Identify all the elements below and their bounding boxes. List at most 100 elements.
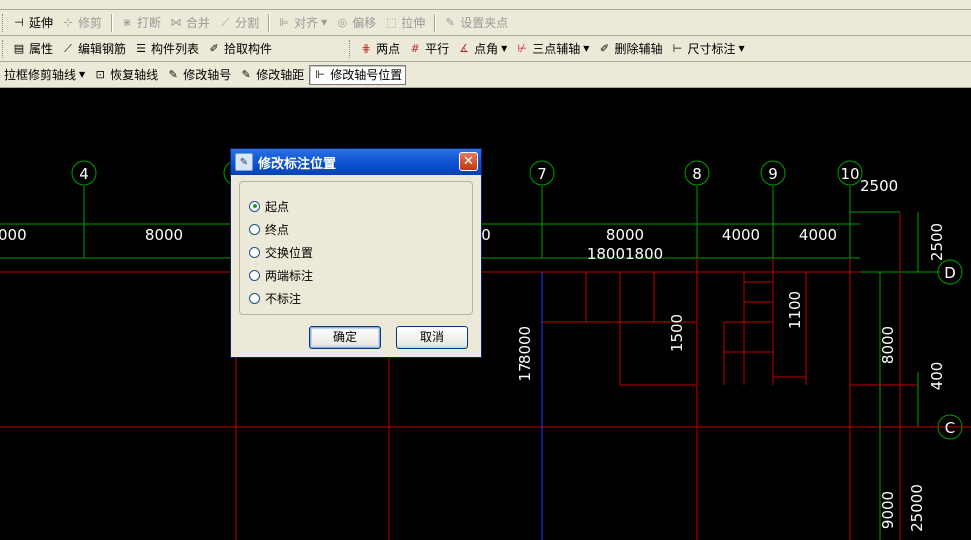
dim-text: 25000 xyxy=(908,484,926,532)
cancel-button[interactable]: 取消 xyxy=(396,326,468,349)
dialog-title: 修改标注位置 xyxy=(258,156,337,172)
axis-bubbles xyxy=(71,160,963,440)
toolbar-grip[interactable] xyxy=(2,39,6,58)
drawing-canvas[interactable]: 4 7 8 9 10 D C 000 8000 0 8000 4000 4000… xyxy=(0,88,971,540)
merge-button[interactable]: ⋈ 合并 xyxy=(166,13,213,33)
pick-component-icon: ✐ xyxy=(209,41,219,55)
radio-button[interactable] xyxy=(249,269,260,281)
axis-label-4: 4 xyxy=(79,165,89,183)
two-point-button[interactable]: ⋕ 两点 xyxy=(356,39,403,59)
separator xyxy=(434,13,437,32)
edit-axis-spacing-button[interactable]: ✎ 修改轴距 xyxy=(236,65,307,85)
trim-icon: ⊹ xyxy=(63,15,73,29)
toolbar-grip[interactable] xyxy=(2,13,6,32)
three-point-axis-button[interactable]: ⊬ 三点辅轴 ▼ xyxy=(512,39,592,59)
parallel-icon: # xyxy=(410,41,420,55)
restore-axis-icon: ⊡ xyxy=(95,67,105,81)
dim-text: 8000 xyxy=(606,226,644,244)
ok-button[interactable]: 确定 xyxy=(309,326,381,349)
walls xyxy=(0,212,971,540)
restore-axis-button[interactable]: ⊡ 恢复轴线 xyxy=(90,65,161,85)
component-list-button[interactable]: ☰ 构件列表 xyxy=(131,39,202,59)
edit-rebar-icon: ⟋ xyxy=(64,41,72,55)
dim-text: 2500 xyxy=(928,223,946,261)
axis-label-c: C xyxy=(945,419,955,437)
grip-point-icon: ✎ xyxy=(445,15,455,29)
chevron-down-icon: ▼ xyxy=(583,44,590,53)
dim-text: 0 xyxy=(481,226,491,244)
option-no-dimension[interactable]: 不标注 xyxy=(249,290,301,306)
chevron-down-icon: ▼ xyxy=(79,70,86,79)
edit-toolbar: ⊣ 延伸 ⊹ 修剪 ⋇ 打断 ⋈ 合并 ⟋ 分割 ⊫ 对齐 ▼ ◎ 偏移 ⬚ 拉伸 ✎ 设置夹点 xyxy=(0,10,971,36)
delete-axis-button[interactable]: ✐ 删除辅轴 xyxy=(594,39,665,59)
radio-button[interactable] xyxy=(249,223,260,235)
box-trim-axis-button[interactable]: 拉框修剪轴线 ▼ xyxy=(0,65,88,85)
point-angle-button[interactable]: ∡ 点角 ▼ xyxy=(454,39,510,59)
delete-axis-icon: ✐ xyxy=(599,41,610,55)
axis-label-7: 7 xyxy=(537,165,547,183)
dim-text: 18001800 xyxy=(587,245,663,263)
edit-rebar-button[interactable]: ⟋ 编辑钢筋 xyxy=(58,39,129,59)
edit-dimension-position-dialog: ✎ 修改标注位置 ✕ 起点 终点 交换位置 两端标注 不标注 确定 取消 xyxy=(230,148,482,358)
option-both-ends[interactable]: 两端标注 xyxy=(249,267,313,283)
separator xyxy=(268,13,271,32)
split-icon: ⟋ xyxy=(221,15,229,29)
dim-text: 000 xyxy=(0,226,27,244)
radio-button[interactable] xyxy=(249,246,260,258)
option-swap-position[interactable]: 交换位置 xyxy=(249,244,313,260)
extend-button[interactable]: ⊣ 延伸 xyxy=(9,13,56,33)
point-angle-icon: ∡ xyxy=(459,41,470,55)
dimension-icon: ⊢ xyxy=(672,41,683,55)
toolbar-grip[interactable] xyxy=(349,39,353,58)
toolbar-top-strip xyxy=(0,0,971,10)
offset-button[interactable]: ◎ 偏移 xyxy=(332,13,379,33)
close-button[interactable]: ✕ xyxy=(459,152,478,171)
dim-text: 8000 xyxy=(145,226,183,244)
radio-button[interactable] xyxy=(249,200,260,212)
stretch-icon: ⬚ xyxy=(386,15,397,29)
axis-label-d: D xyxy=(944,264,956,282)
break-icon: ⋇ xyxy=(122,15,132,29)
dimension-button[interactable]: ⊢ 尺寸标注 ▼ xyxy=(667,39,747,59)
radio-button[interactable] xyxy=(249,292,260,304)
merge-icon: ⋈ xyxy=(170,15,182,29)
offset-icon: ◎ xyxy=(337,15,348,29)
separator xyxy=(111,13,114,32)
dim-text: 17 xyxy=(516,362,534,381)
break-button[interactable]: ⋇ 打断 xyxy=(117,13,164,33)
edit-axis-number-button[interactable]: ✎ 修改轴号 xyxy=(163,65,234,85)
dim-text: 1100 xyxy=(786,291,804,329)
close-icon: ✕ xyxy=(463,154,474,169)
app-icon: ✎ xyxy=(235,153,253,171)
options-group: 起点 终点 交换位置 两端标注 不标注 xyxy=(239,181,473,315)
dialog-titlebar[interactable]: ✎ 修改标注位置 ✕ xyxy=(231,149,481,175)
dim-text: 4000 xyxy=(799,226,837,244)
dim-text: 1500 xyxy=(668,314,686,352)
edit-axis-spacing-icon: ✎ xyxy=(241,67,251,81)
axis-label-9: 9 xyxy=(768,165,778,183)
grip-point-button[interactable]: ✎ 设置夹点 xyxy=(440,13,511,33)
properties-icon: ▤ xyxy=(13,41,25,55)
option-start-point[interactable]: 起点 xyxy=(249,198,289,214)
extend-icon: ⊣ xyxy=(14,15,24,29)
edit-axis-position-icon: ⊩ xyxy=(315,67,326,81)
trim-button[interactable]: ⊹ 修剪 xyxy=(58,13,105,33)
parallel-button[interactable]: # 平行 xyxy=(405,39,452,59)
edit-axis-position-button[interactable]: ⊩ 修改轴号位置 xyxy=(309,64,407,85)
axis-label-8: 8 xyxy=(692,165,702,183)
chevron-down-icon: ▼ xyxy=(321,18,328,27)
dim-text: 4000 xyxy=(722,226,760,244)
chevron-down-icon: ▼ xyxy=(738,44,745,53)
properties-button[interactable]: ▤ 属性 xyxy=(9,39,56,59)
two-point-icon: ⋕ xyxy=(361,41,371,55)
option-end-point[interactable]: 终点 xyxy=(249,221,289,237)
component-toolbar: ▤ 属性 ⟋ 编辑钢筋 ☰ 构件列表 ✐ 拾取构件 ⋕ 两点 # 平行 ∡ 点角 ▼ ⊬ 三点辅轴… xyxy=(0,36,971,62)
dim-text: 400 xyxy=(928,362,946,391)
align-button[interactable]: ⊫ 对齐 ▼ xyxy=(274,13,330,33)
three-point-axis-icon: ⊬ xyxy=(517,41,528,55)
split-button[interactable]: ⟋ 分割 xyxy=(215,13,262,33)
dim-text: 9000 xyxy=(879,491,897,529)
stretch-button[interactable]: ⬚ 拉伸 xyxy=(381,13,428,33)
pick-component-button[interactable]: ✐ 拾取构件 xyxy=(204,39,275,59)
dim-text: 2500 xyxy=(860,177,898,195)
